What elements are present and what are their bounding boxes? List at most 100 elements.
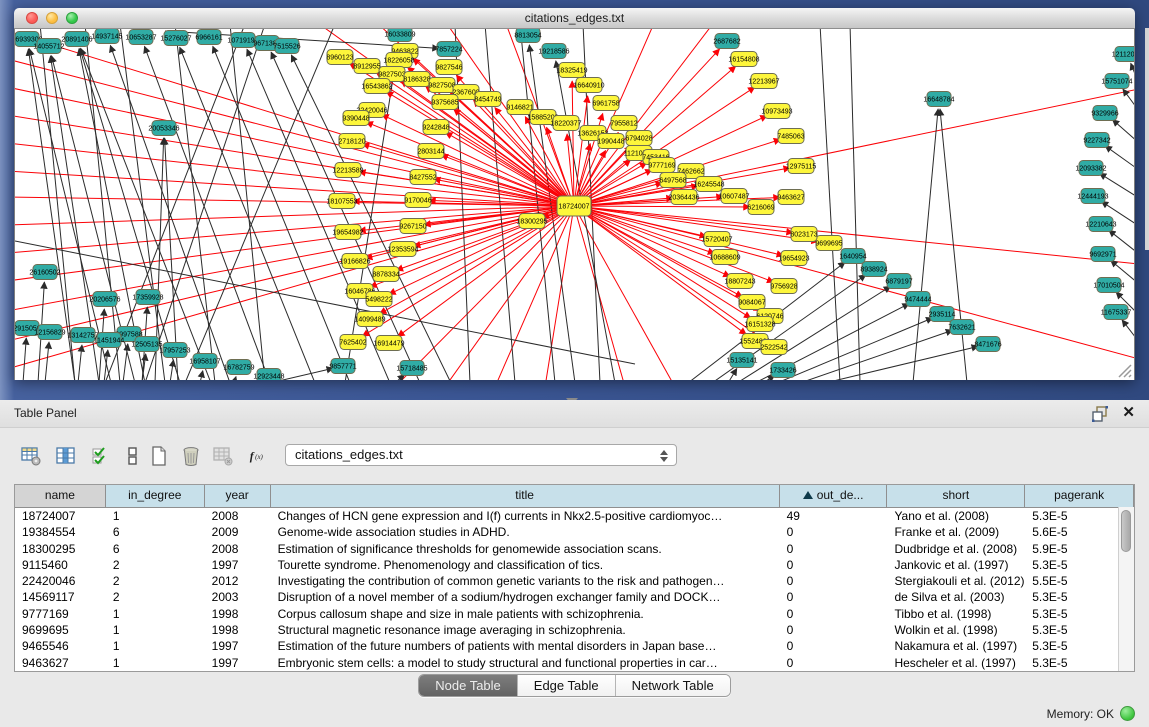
tab-network-table[interactable]: Network Table <box>616 675 730 696</box>
table-cell[interactable]: de Silva et al. (2003) <box>887 589 1025 605</box>
table-row[interactable]: 946554611997Estimation of the future num… <box>15 638 1134 654</box>
table-cell[interactable]: Franke et al. (2009) <box>887 524 1025 540</box>
table-cell[interactable]: 0 <box>780 638 888 654</box>
graph-node-label: 6879197 <box>885 278 912 285</box>
float-panel-icon[interactable] <box>1092 406 1109 422</box>
column-header-short[interactable]: short <box>887 485 1025 507</box>
table-cell[interactable]: 2009 <box>205 524 271 540</box>
table-row[interactable]: 946362711997Embryonic stem cells: a mode… <box>15 655 1134 671</box>
table-cell[interactable]: 0 <box>780 573 888 589</box>
column-header-year[interactable]: year <box>205 485 271 507</box>
table-cell[interactable]: 22420046 <box>15 573 106 589</box>
table-cell[interactable]: 18300295 <box>15 541 106 557</box>
select-all-button[interactable] <box>88 442 114 470</box>
select-columns-button[interactable] <box>53 442 79 470</box>
table-cell[interactable]: 19384554 <box>15 524 106 540</box>
table-cell[interactable]: 1 <box>106 508 205 524</box>
create-column-button[interactable] <box>146 442 172 470</box>
table-cell[interactable]: 1997 <box>205 655 271 671</box>
table-cell[interactable]: 1 <box>106 622 205 638</box>
table-cell[interactable]: 0 <box>780 606 888 622</box>
table-cell[interactable]: 1 <box>106 638 205 654</box>
table-cell[interactable]: Investigating the contribution of common… <box>271 573 780 589</box>
table-cell[interactable]: Hescheler et al. (1997) <box>887 655 1025 671</box>
table-cell[interactable]: 9465546 <box>15 638 106 654</box>
table-cell[interactable]: Yano et al. (2008) <box>887 508 1025 524</box>
table-row[interactable]: 911546021997Tourette syndrome. Phenomeno… <box>15 557 1134 573</box>
network-canvas[interactable]: 1872400718300295896012394638228912955182… <box>14 29 1135 380</box>
table-row[interactable]: 1872400712008Changes of HCN gene express… <box>15 508 1134 524</box>
table-row[interactable]: 977716911998Corpus callosum shape and si… <box>15 606 1134 622</box>
table-cell[interactable]: 2008 <box>205 541 271 557</box>
table-cell[interactable]: 2012 <box>205 573 271 589</box>
table-cell[interactable]: Changes of HCN gene expression and I(f) … <box>271 508 780 524</box>
table-cell[interactable]: 9777169 <box>15 606 106 622</box>
graph-node-label: 9857771 <box>329 363 356 370</box>
table-cell[interactable]: 2 <box>106 573 205 589</box>
resize-grip-icon[interactable] <box>1116 362 1132 378</box>
table-row[interactable]: 1938455462009Genome-wide association stu… <box>15 524 1134 540</box>
table-cell[interactable]: Nakamura et al. (1997) <box>887 638 1025 654</box>
table-cell[interactable]: Tibbo et al. (1998) <box>887 606 1025 622</box>
table-cell[interactable]: Stergiakouli et al. (2012) <box>887 573 1025 589</box>
table-settings-button[interactable] <box>18 442 44 470</box>
graph-node-label: 9084067 <box>738 299 765 306</box>
table-cell[interactable]: Tourette syndrome. Phenomenology and cla… <box>271 557 780 573</box>
table-cell[interactable]: 9699695 <box>15 622 106 638</box>
table-cell[interactable]: Disruption of a novel member of a sodium… <box>271 589 780 605</box>
table-cell[interactable]: 18724007 <box>15 508 106 524</box>
function-builder-button[interactable]: f (x) <box>246 442 272 470</box>
delete-column-button[interactable] <box>178 442 204 470</box>
graph-node-label: 8454749 <box>474 96 501 103</box>
table-cell[interactable]: Structural magnetic resonance image aver… <box>271 622 780 638</box>
table-cell[interactable]: 14569117 <box>15 589 106 605</box>
column-header-out_de[interactable]: out_de... <box>780 485 888 507</box>
table-cell[interactable]: 6 <box>106 524 205 540</box>
table-cell[interactable]: 0 <box>780 589 888 605</box>
table-cell[interactable]: 9463627 <box>15 655 106 671</box>
table-cell[interactable]: 1 <box>106 655 205 671</box>
table-cell[interactable]: 0 <box>780 622 888 638</box>
table-cell[interactable]: Genome-wide association studies in ADHD. <box>271 524 780 540</box>
table-cell[interactable]: Dudbridge et al. (2008) <box>887 541 1025 557</box>
table-cell[interactable]: 2008 <box>205 508 271 524</box>
table-cell[interactable]: 0 <box>780 557 888 573</box>
delete-table-button[interactable] <box>210 442 236 470</box>
tab-edge-table[interactable]: Edge Table <box>518 675 616 696</box>
table-cell[interactable]: 0 <box>780 524 888 540</box>
table-cell[interactable]: Embryonic stem cells: a model to study s… <box>271 655 780 671</box>
table-cell[interactable]: 1998 <box>205 622 271 638</box>
table-row[interactable]: 2242004622012Investigating the contribut… <box>15 573 1134 589</box>
close-panel-icon[interactable]: ✕ <box>1122 403 1135 421</box>
table-cell[interactable]: 1997 <box>205 557 271 573</box>
table-selector-dropdown[interactable]: citations_edges.txt <box>285 444 677 466</box>
table-cell[interactable]: 2 <box>106 589 205 605</box>
table-cell[interactable]: Corpus callosum shape and size in male p… <box>271 606 780 622</box>
column-header-title[interactable]: title <box>271 485 780 507</box>
table-cell[interactable]: 6 <box>106 541 205 557</box>
column-header-in_degree[interactable]: in_degree <box>106 485 205 507</box>
tab-node-table[interactable]: Node Table <box>419 675 518 696</box>
network-window-titlebar[interactable]: citations_edges.txt <box>14 8 1135 29</box>
table-cell[interactable]: Estimation of significance thresholds fo… <box>271 541 780 557</box>
column-header-pagerank[interactable]: pagerank <box>1025 485 1134 507</box>
table-cell[interactable]: 9115460 <box>15 557 106 573</box>
table-cell[interactable]: 2 <box>106 557 205 573</box>
table-row[interactable]: 969969511998Structural magnetic resonanc… <box>15 622 1134 638</box>
vertical-scrollbar[interactable] <box>1118 507 1134 671</box>
table-cell[interactable]: 1998 <box>205 606 271 622</box>
table-cell[interactable]: 2003 <box>205 589 271 605</box>
table-cell[interactable]: 49 <box>780 508 888 524</box>
table-cell[interactable]: Wolkin et al. (1998) <box>887 622 1025 638</box>
scrollbar-thumb[interactable] <box>1121 510 1131 552</box>
table-row[interactable]: 1830029562008Estimation of significance … <box>15 541 1134 557</box>
table-row[interactable]: 1456911722003Disruption of a novel membe… <box>15 589 1134 605</box>
table-cell[interactable]: 1997 <box>205 638 271 654</box>
table-cell[interactable]: 1 <box>106 606 205 622</box>
column-header-name[interactable]: name <box>15 485 106 507</box>
table-cell[interactable]: Estimation of the future numbers of pati… <box>271 638 780 654</box>
table-cell[interactable]: 0 <box>780 541 888 557</box>
table-cell[interactable]: Jankovic et al. (1997) <box>887 557 1025 573</box>
table-cell[interactable]: 0 <box>780 655 888 671</box>
clear-selection-button[interactable] <box>120 442 146 470</box>
